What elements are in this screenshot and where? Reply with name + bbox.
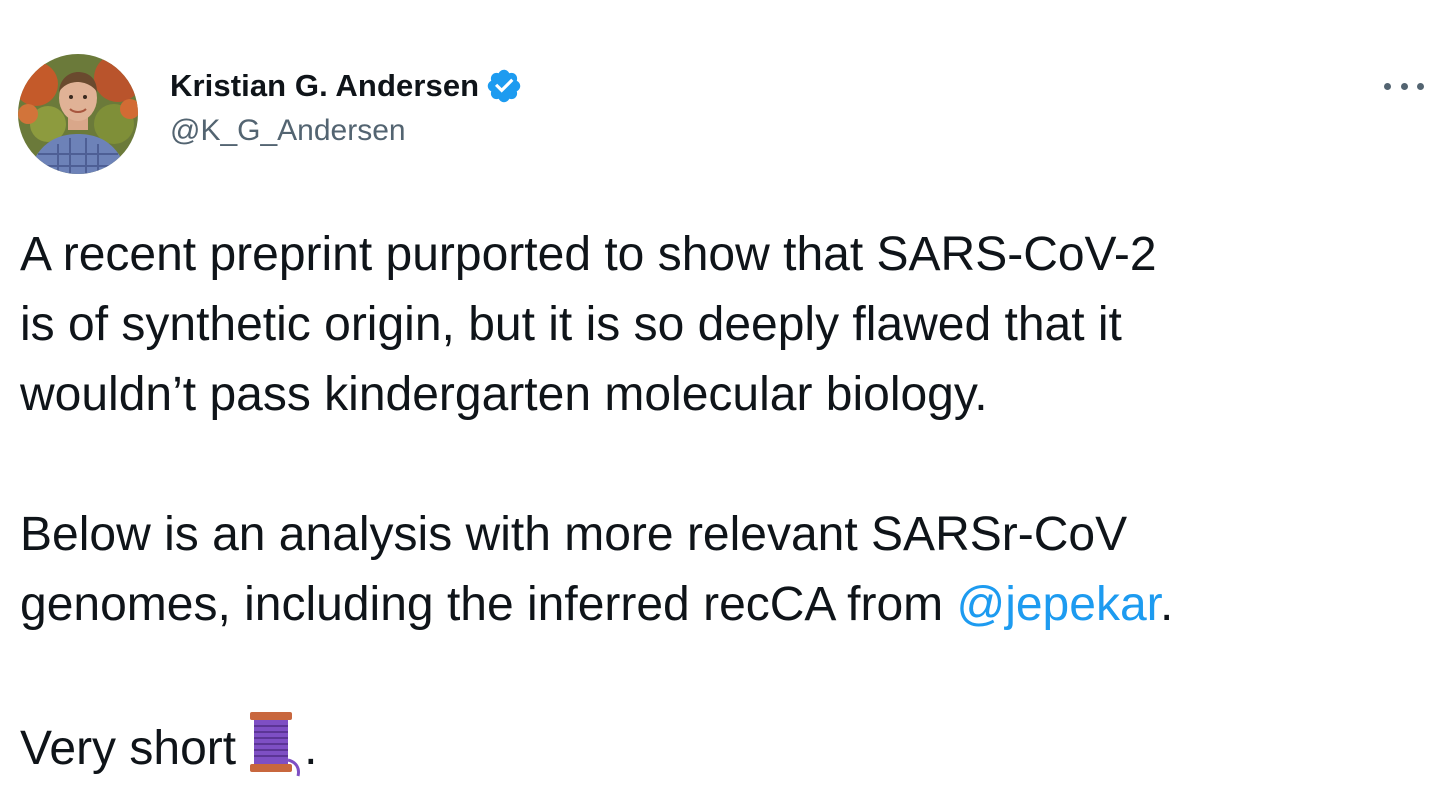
tweet-line-prefix: genomes, including the inferred recCA fr… (20, 578, 957, 631)
tweet-line: is of synthetic origin, but it is so dee… (20, 298, 1122, 351)
author-identity: Kristian G. Andersen @K_G_Andersen (170, 64, 523, 148)
tweet-header: Kristian G. Andersen @K_G_Andersen (18, 54, 1428, 174)
tweet-line-suffix: . (304, 722, 318, 775)
tweet-line: A recent preprint purported to show that… (20, 228, 1157, 281)
verified-badge-icon (485, 67, 523, 105)
more-dot (1384, 82, 1391, 90)
tweet-paragraph-2: Below is an analysis with more relevant … (20, 500, 1430, 640)
name-row: Kristian G. Andersen (170, 64, 523, 108)
profile-photo (18, 54, 138, 174)
tweet-line: Very short (20, 722, 237, 775)
author-handle[interactable]: @K_G_Andersen (170, 114, 523, 148)
tweet-line: Below is an analysis with more relevant … (20, 508, 1128, 561)
more-options-icon[interactable] (1384, 74, 1424, 98)
more-dot (1417, 82, 1424, 90)
tweet: Kristian G. Andersen @K_G_Andersen A rec… (0, 0, 1450, 786)
tweet-paragraph-1: A recent preprint purported to show that… (20, 220, 1430, 430)
thread-spool-icon (242, 710, 304, 778)
avatar[interactable] (18, 54, 138, 174)
display-name[interactable]: Kristian G. Andersen (170, 68, 479, 104)
tweet-line: wouldn’t pass kindergarten molecular bio… (20, 368, 988, 421)
mention-link[interactable]: @jepekar (956, 578, 1160, 631)
tweet-line-suffix: . (1159, 578, 1174, 631)
tweet-text: A recent preprint purported to show that… (20, 220, 1430, 784)
tweet-paragraph-3: Very short . (20, 710, 1430, 784)
more-dot (1400, 82, 1408, 90)
